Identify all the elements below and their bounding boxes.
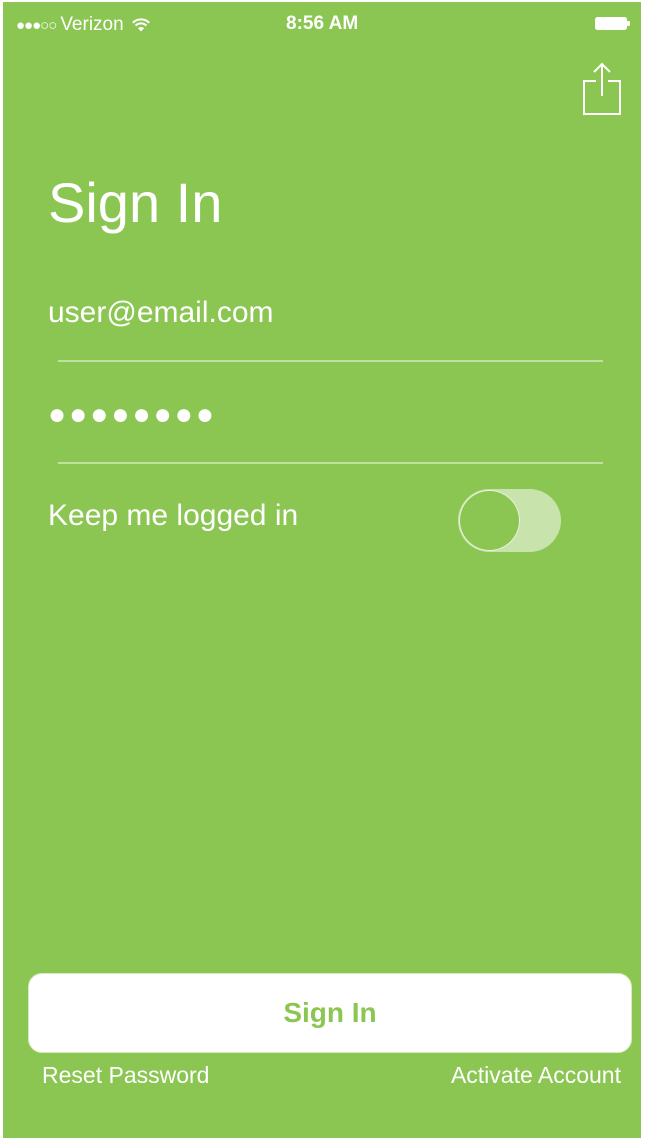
status-bar: ●●●○○ Verizon 8:56 AM bbox=[3, 2, 641, 42]
email-field[interactable] bbox=[48, 290, 603, 336]
wifi-icon bbox=[131, 18, 150, 32]
toggle-knob bbox=[460, 491, 519, 550]
sign-in-button[interactable]: Sign In bbox=[28, 973, 632, 1053]
email-divider bbox=[58, 360, 603, 362]
signal-strength-icon: ●●●○○ bbox=[16, 16, 57, 34]
page-title: Sign In bbox=[48, 171, 223, 234]
keep-logged-in-label: Keep me logged in bbox=[48, 499, 299, 532]
battery-icon bbox=[595, 17, 630, 30]
password-divider bbox=[58, 462, 603, 464]
sign-in-screen: ●●●○○ Verizon 8:56 AM Sign In ●●●●●●●● K… bbox=[3, 2, 641, 1138]
share-icon[interactable] bbox=[582, 62, 622, 116]
reset-password-link[interactable]: Reset Password bbox=[42, 1062, 209, 1089]
status-time: 8:56 AM bbox=[286, 13, 359, 34]
activate-account-link[interactable]: Activate Account bbox=[451, 1062, 621, 1089]
keep-logged-in-toggle[interactable] bbox=[458, 489, 561, 552]
carrier-name: Verizon bbox=[60, 14, 124, 35]
carrier-info: ●●●○○ Verizon bbox=[16, 14, 151, 36]
password-field[interactable]: ●●●●●●●● bbox=[48, 392, 603, 438]
